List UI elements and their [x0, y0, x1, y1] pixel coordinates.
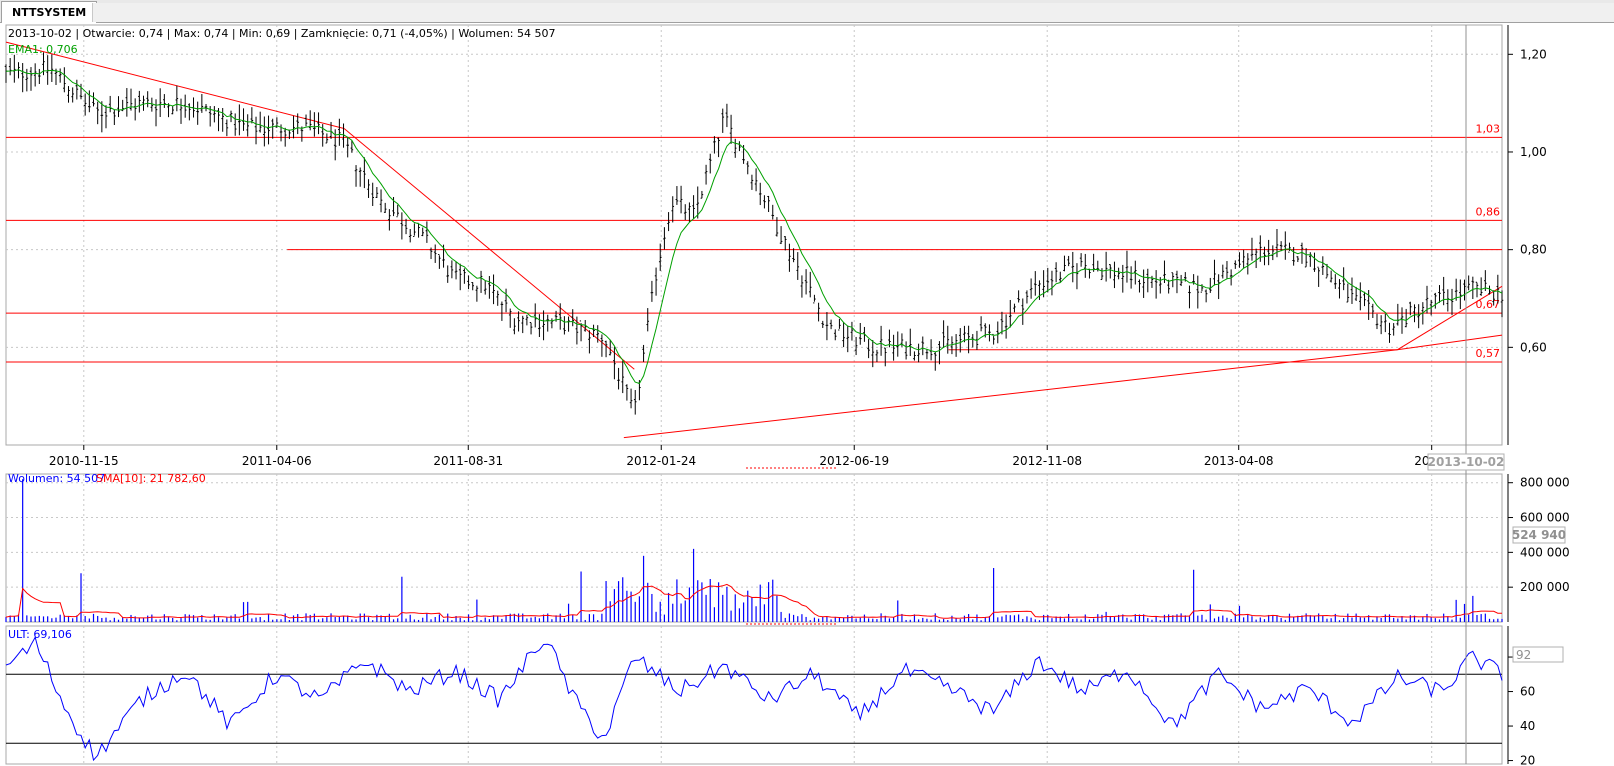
crosshair-ult-value: 92 — [1516, 648, 1531, 662]
volume-panel-frame — [5, 473, 1503, 623]
tab-nttsystem[interactable]: NTTSYSTEM — [1, 1, 98, 23]
x-tick-label: 2012-01-24 — [626, 454, 696, 468]
y-tick-label: 1,20 — [1520, 47, 1547, 61]
level-label: 1,03 — [1476, 122, 1501, 135]
y-tick-label: 40 — [1520, 719, 1535, 733]
y-axis-volume: 200 000 400 000 600 000 800 000 — [1507, 474, 1570, 622]
x-tick-label: 2011-08-31 — [433, 454, 503, 468]
y-tick-label: 400 000 — [1520, 545, 1570, 559]
price-panel-frame — [5, 24, 1503, 446]
y-tick-label: 200 000 — [1520, 580, 1570, 594]
crosshair-date: 2013-10-02 — [1428, 455, 1505, 469]
ema-label: EMA1: 0,706 — [8, 43, 78, 56]
tab-bar-empty — [92, 3, 1614, 22]
chart-area[interactable]: 1,030,860,670,57 2010-11-15 2011-04-06 201… — [0, 22, 1614, 766]
ult-label: ULT: 69,106 — [8, 628, 72, 641]
y-tick-label: 1,00 — [1520, 145, 1547, 159]
x-tick-label: 2010-11-15 — [49, 454, 119, 468]
x-tick-label: 2012-06-19 — [819, 454, 889, 468]
volume-label: Wolumen: 54 507 — [8, 472, 105, 485]
y-tick-label: 60 — [1520, 685, 1535, 699]
y-tick-label: 0,60 — [1520, 340, 1547, 354]
x-axis: 2010-11-15 2011-04-06 2011-08-31 2012-01-24… — [49, 445, 1449, 468]
y-tick-label: 0,80 — [1520, 243, 1547, 257]
x-tick-label: 2012-11-08 — [1012, 454, 1082, 468]
level-label: 0,86 — [1476, 205, 1501, 218]
crosshair-volume-value: 524 940 — [1512, 528, 1566, 542]
tab-bar: NTTSYSTEM — [0, 0, 1614, 23]
y-tick-label: 600 000 — [1520, 511, 1570, 525]
y-tick-label: 20 — [1520, 754, 1535, 766]
sma-label: SMA[10]: 21 782,60 — [96, 472, 206, 485]
x-tick-label: 2013-04-08 — [1204, 454, 1274, 468]
y-axis-price: 0,60 0,80 1,00 1,20 — [1507, 25, 1547, 445]
y-tick-label: 800 000 — [1520, 476, 1570, 490]
x-tick-label: 2011-04-06 — [242, 454, 312, 468]
price-info-text: 2013-10-02 | Otwarcie: 0,74 | Max: 0,74 … — [8, 27, 555, 40]
level-label: 0,57 — [1476, 347, 1501, 360]
